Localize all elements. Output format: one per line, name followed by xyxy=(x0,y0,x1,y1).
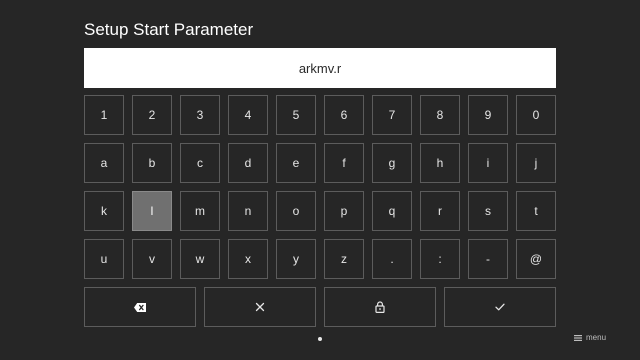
key-9[interactable]: 9 xyxy=(468,95,508,135)
key-label: l xyxy=(150,204,154,218)
key-label: d xyxy=(244,156,252,170)
key-2[interactable]: 2 xyxy=(132,95,172,135)
key-label: @ xyxy=(529,252,543,266)
key-label: e xyxy=(292,156,300,170)
key-label: i xyxy=(486,156,490,170)
key-label: n xyxy=(244,204,252,218)
key-label: y xyxy=(293,252,299,266)
key-e[interactable]: e xyxy=(276,143,316,183)
key-t[interactable]: t xyxy=(516,191,556,231)
key-o[interactable]: o xyxy=(276,191,316,231)
lock-icon xyxy=(375,301,385,313)
key-y[interactable]: y xyxy=(276,239,316,279)
key-g[interactable]: g xyxy=(372,143,412,183)
clear-key[interactable] xyxy=(204,287,316,327)
key-label: 2 xyxy=(148,108,156,122)
key-label: r xyxy=(438,204,442,218)
key-label: - xyxy=(486,252,490,266)
key-label: x xyxy=(245,252,251,266)
key-x[interactable]: x xyxy=(228,239,268,279)
key-label: t xyxy=(534,204,538,218)
key-s[interactable]: s xyxy=(468,191,508,231)
key-m[interactable]: m xyxy=(180,191,220,231)
close-icon xyxy=(255,302,265,312)
key-w[interactable]: w xyxy=(180,239,220,279)
key-label: . xyxy=(390,252,394,266)
key-label: p xyxy=(340,204,348,218)
key-label: 4 xyxy=(244,108,252,122)
key-c[interactable]: c xyxy=(180,143,220,183)
key-label: o xyxy=(292,204,300,218)
key-1[interactable]: 1 xyxy=(84,95,124,135)
key-7[interactable]: 7 xyxy=(372,95,412,135)
parameter-input-field[interactable]: arkmv.r xyxy=(84,48,556,88)
key-k[interactable]: k xyxy=(84,191,124,231)
key-q[interactable]: q xyxy=(372,191,412,231)
key-label: 5 xyxy=(292,108,300,122)
key-0[interactable]: 0 xyxy=(516,95,556,135)
key-n[interactable]: n xyxy=(228,191,268,231)
key-.[interactable]: . xyxy=(372,239,412,279)
key-label: v xyxy=(149,252,155,266)
key-label: k xyxy=(101,204,107,218)
key-label: 8 xyxy=(436,108,444,122)
key-label: u xyxy=(100,252,108,266)
page-indicator-dot xyxy=(318,337,322,341)
key-v[interactable]: v xyxy=(132,239,172,279)
key-label: a xyxy=(100,156,108,170)
key-label: s xyxy=(485,204,491,218)
key-z[interactable]: z xyxy=(324,239,364,279)
key-u[interactable]: u xyxy=(84,239,124,279)
key-label: b xyxy=(148,156,156,170)
key-a[interactable]: a xyxy=(84,143,124,183)
backspace-key[interactable] xyxy=(84,287,196,327)
menu-icon xyxy=(574,334,582,341)
backspace-icon xyxy=(134,302,146,312)
key-6[interactable]: 6 xyxy=(324,95,364,135)
key-label: w xyxy=(195,252,205,266)
key-label: f xyxy=(342,156,346,170)
confirm-key[interactable] xyxy=(444,287,556,327)
key-f[interactable]: f xyxy=(324,143,364,183)
menu-label: menu xyxy=(586,333,607,342)
key-r[interactable]: r xyxy=(420,191,460,231)
key-label: 3 xyxy=(196,108,204,122)
key-label: j xyxy=(534,156,538,170)
caps-lock-key[interactable] xyxy=(324,287,436,327)
key-label: 6 xyxy=(340,108,348,122)
key-h[interactable]: h xyxy=(420,143,460,183)
key-label: h xyxy=(436,156,444,170)
key--[interactable]: - xyxy=(468,239,508,279)
menu-hint[interactable]: menu xyxy=(574,333,606,342)
key-label: 7 xyxy=(388,108,396,122)
key-i[interactable]: i xyxy=(468,143,508,183)
check-icon xyxy=(495,303,505,311)
key-label: c xyxy=(197,156,203,170)
key-label: g xyxy=(388,156,396,170)
key-label: 0 xyxy=(532,108,540,122)
key-l[interactable]: l xyxy=(132,191,172,231)
key-b[interactable]: b xyxy=(132,143,172,183)
key-j[interactable]: j xyxy=(516,143,556,183)
key-label: q xyxy=(388,204,396,218)
key-4[interactable]: 4 xyxy=(228,95,268,135)
key-5[interactable]: 5 xyxy=(276,95,316,135)
key-label: : xyxy=(438,252,442,266)
key-label: m xyxy=(195,204,205,218)
key-label: z xyxy=(341,252,347,266)
key-3[interactable]: 3 xyxy=(180,95,220,135)
page-title: Setup Start Parameter xyxy=(84,20,254,39)
key-label: 9 xyxy=(484,108,492,122)
key-@[interactable]: @ xyxy=(516,239,556,279)
key-p[interactable]: p xyxy=(324,191,364,231)
key-label: 1 xyxy=(100,108,108,122)
parameter-input-value: arkmv.r xyxy=(298,60,342,76)
key-:[interactable]: : xyxy=(420,239,460,279)
key-d[interactable]: d xyxy=(228,143,268,183)
key-8[interactable]: 8 xyxy=(420,95,460,135)
